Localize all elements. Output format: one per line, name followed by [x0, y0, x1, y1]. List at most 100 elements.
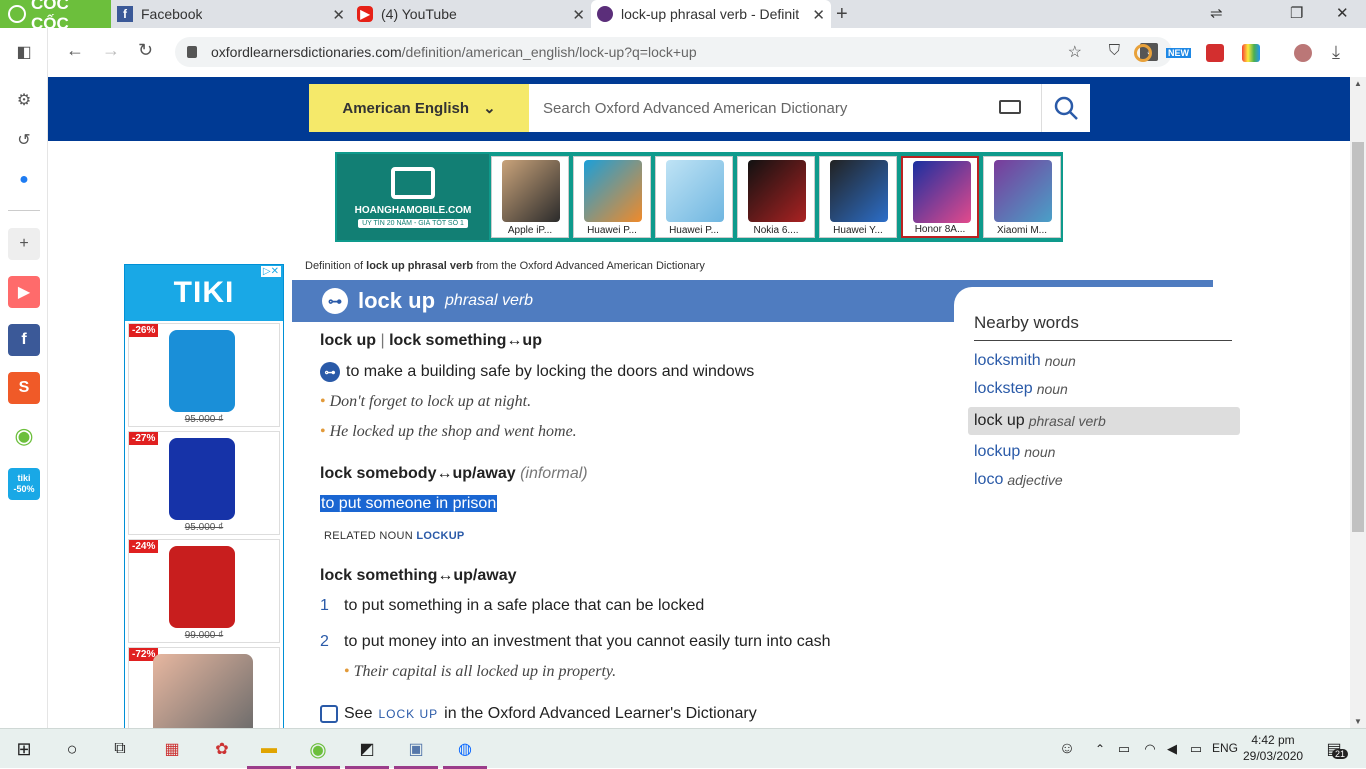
- see-also-link[interactable]: See LOCK UP in the Oxford Advanced Learn…: [320, 705, 757, 723]
- extension-chrome-icon[interactable]: [1134, 44, 1152, 62]
- forward-icon[interactable]: →: [102, 40, 120, 61]
- product-image: [169, 330, 235, 412]
- windows-taskbar: ⊞ ○ ⧉ ▦ ✿ ▬ ◉ ◩ ▣ ◍ ☺ ⌃ ▭ ◠ ◀ ▭ ENG 4:42…: [0, 728, 1366, 769]
- chevron-up-icon[interactable]: ⌃: [1088, 737, 1112, 761]
- ad-product[interactable]: Huawei Y...: [819, 156, 897, 238]
- keyboard-icon[interactable]: [999, 100, 1021, 114]
- clock[interactable]: 4:42 pm 29/03/2020: [1243, 732, 1303, 764]
- tiki-product[interactable]: -72%: [128, 647, 280, 728]
- address-bar[interactable]: oxfordlearnersdictionaries.com/definitio…: [175, 37, 1172, 67]
- ad-product-label: Huawei P...: [587, 225, 637, 236]
- close-icon[interactable]: ✕: [812, 6, 825, 24]
- windows-start-icon[interactable]: ⊞: [12, 737, 36, 761]
- people-icon[interactable]: ☺: [1055, 737, 1079, 761]
- see-word[interactable]: LOCK UP: [378, 707, 438, 721]
- new-badge[interactable]: NEW: [1166, 48, 1191, 58]
- adchoices-icon[interactable]: ▷✕: [260, 266, 281, 277]
- back-icon[interactable]: ←: [66, 40, 84, 61]
- close-icon[interactable]: ✕: [572, 6, 585, 24]
- ad-product[interactable]: Huawei P...: [573, 156, 651, 238]
- search-icon[interactable]: ○: [60, 737, 84, 761]
- settings-icon[interactable]: ⚙: [8, 84, 40, 116]
- window-close-icon[interactable]: ✕: [1336, 4, 1349, 22]
- sense-heading: lock somebody↔up/away (informal): [320, 465, 588, 483]
- language-indicator[interactable]: ENG: [1212, 741, 1238, 755]
- tiki-product[interactable]: -24% 99.000 ₫: [128, 539, 280, 643]
- close-icon[interactable]: ✕: [332, 6, 345, 24]
- zalo-icon[interactable]: ◍: [443, 737, 487, 769]
- extension-color-icon[interactable]: [1242, 44, 1260, 62]
- coccoc-brand[interactable]: CỐC CỐC: [0, 0, 111, 33]
- new-tab-icon[interactable]: +: [836, 3, 848, 26]
- ad-product[interactable]: Huawei P...: [655, 156, 733, 238]
- extension-red-icon[interactable]: [1206, 44, 1224, 62]
- phone-image: [584, 160, 642, 222]
- shopee-panel-icon[interactable]: S: [8, 372, 40, 404]
- downloads-icon[interactable]: ⤓: [1332, 42, 1340, 63]
- tab-youtube[interactable]: ▶ (4) YouTube ✕: [351, 0, 591, 28]
- ad-product[interactable]: Xiaomi M...: [983, 156, 1061, 238]
- tiki-ad-header: TIKI: [125, 265, 283, 321]
- task-view-icon[interactable]: ⧉: [108, 737, 132, 761]
- reload-icon[interactable]: ↻: [138, 40, 153, 61]
- sense-heading: lock something↔up/away: [320, 567, 516, 585]
- display-icon[interactable]: ▭: [1184, 737, 1208, 761]
- ad-product[interactable]: Honor 8A...: [901, 156, 979, 238]
- tab-title: lock-up phrasal verb - Definit: [621, 6, 800, 22]
- scroll-down-icon[interactable]: ▼: [1354, 717, 1362, 726]
- phone-image: [913, 161, 971, 223]
- vertical-scrollbar[interactable]: ▲ ▼: [1350, 77, 1366, 728]
- restore-tabs-icon[interactable]: ⇌: [1210, 4, 1223, 22]
- bookmark-star-icon[interactable]: ☆: [1068, 42, 1082, 62]
- related-link[interactable]: LOCKUP: [416, 530, 464, 542]
- ad-product[interactable]: Nokia 6....: [737, 156, 815, 238]
- tab-facebook[interactable]: f Facebook ✕: [111, 0, 351, 28]
- sense-number: 2: [320, 633, 329, 650]
- profile-avatar[interactable]: [1294, 44, 1312, 62]
- selected-definition-text[interactable]: to put someone in prison: [320, 495, 498, 512]
- history-icon[interactable]: ↺: [8, 124, 40, 156]
- file-explorer-icon[interactable]: ▬: [247, 737, 291, 769]
- nearby-item-lock-up[interactable]: lock up phrasal verb: [968, 407, 1240, 435]
- battery-icon[interactable]: ▭: [1112, 737, 1136, 761]
- definition-breadcrumb: Definition of lock up phrasal verb from …: [305, 260, 705, 272]
- search-button[interactable]: [1041, 84, 1090, 132]
- facebook-panel-icon[interactable]: f: [8, 324, 40, 356]
- wifi-icon[interactable]: ◠: [1138, 737, 1162, 761]
- messenger-icon[interactable]: ●: [8, 164, 40, 196]
- sense-phrase: lock up: [320, 332, 377, 349]
- sticky-notes-icon[interactable]: ◩: [345, 737, 389, 769]
- nearby-item-lockstep[interactable]: lockstep noun: [968, 376, 1240, 402]
- tiki-ad[interactable]: TIKI ▷✕ -26% 95.000 ₫ -27% 95.000 ₫ -24%…: [124, 264, 284, 728]
- tiki-product[interactable]: -27% 95.000 ₫: [128, 431, 280, 535]
- shield-icon[interactable]: ⛉: [1109, 42, 1120, 59]
- tiki-product[interactable]: -26% 95.000 ₫: [128, 323, 280, 427]
- app-icon[interactable]: ▣: [394, 737, 438, 769]
- crumb-prefix: Definition of: [305, 260, 364, 272]
- nearby-item-locksmith[interactable]: locksmith noun: [968, 348, 1240, 374]
- ad-product[interactable]: Apple iP...: [491, 156, 569, 238]
- banner-ad[interactable]: HOANGHAMOBILE.COM UY TÍN 20 NĂM - GIÁ TỐ…: [335, 152, 1063, 242]
- coccoc-panel-icon[interactable]: ◉: [8, 420, 40, 452]
- url-text[interactable]: oxfordlearnersdictionaries.com/definitio…: [211, 44, 697, 60]
- sidebar-toggle-icon[interactable]: ◧: [8, 36, 40, 68]
- tab-oxford[interactable]: lock-up phrasal verb - Definit ✕: [591, 0, 831, 28]
- tab-title: Facebook: [141, 6, 203, 22]
- coccoc-taskbar-icon[interactable]: ◉: [296, 737, 340, 769]
- nearby-item-lockup[interactable]: lockup noun: [968, 439, 1240, 465]
- site-header: American English ⌄ Search Oxford Advance…: [48, 77, 1350, 141]
- youtube-panel-icon[interactable]: ▶: [8, 276, 40, 308]
- scroll-up-icon[interactable]: ▲: [1354, 79, 1362, 88]
- language-dropdown[interactable]: American English ⌄: [309, 84, 529, 132]
- add-panel-icon[interactable]: +: [8, 228, 40, 260]
- volume-icon[interactable]: ◀: [1160, 737, 1184, 761]
- maximize-icon[interactable]: ❐: [1290, 4, 1303, 22]
- search-input[interactable]: Search Oxford Advanced American Dictiona…: [529, 84, 1041, 132]
- app-icon[interactable]: ✿: [210, 737, 234, 761]
- app-icon[interactable]: ▦: [160, 737, 184, 761]
- tiki-panel-icon[interactable]: tiki -50%: [8, 468, 40, 500]
- url-domain: oxfordlearnersdictionaries.com: [211, 44, 402, 60]
- nearby-item-loco[interactable]: loco adjective: [968, 467, 1240, 493]
- language-label: American English: [342, 99, 470, 117]
- scrollbar-thumb[interactable]: [1352, 142, 1364, 532]
